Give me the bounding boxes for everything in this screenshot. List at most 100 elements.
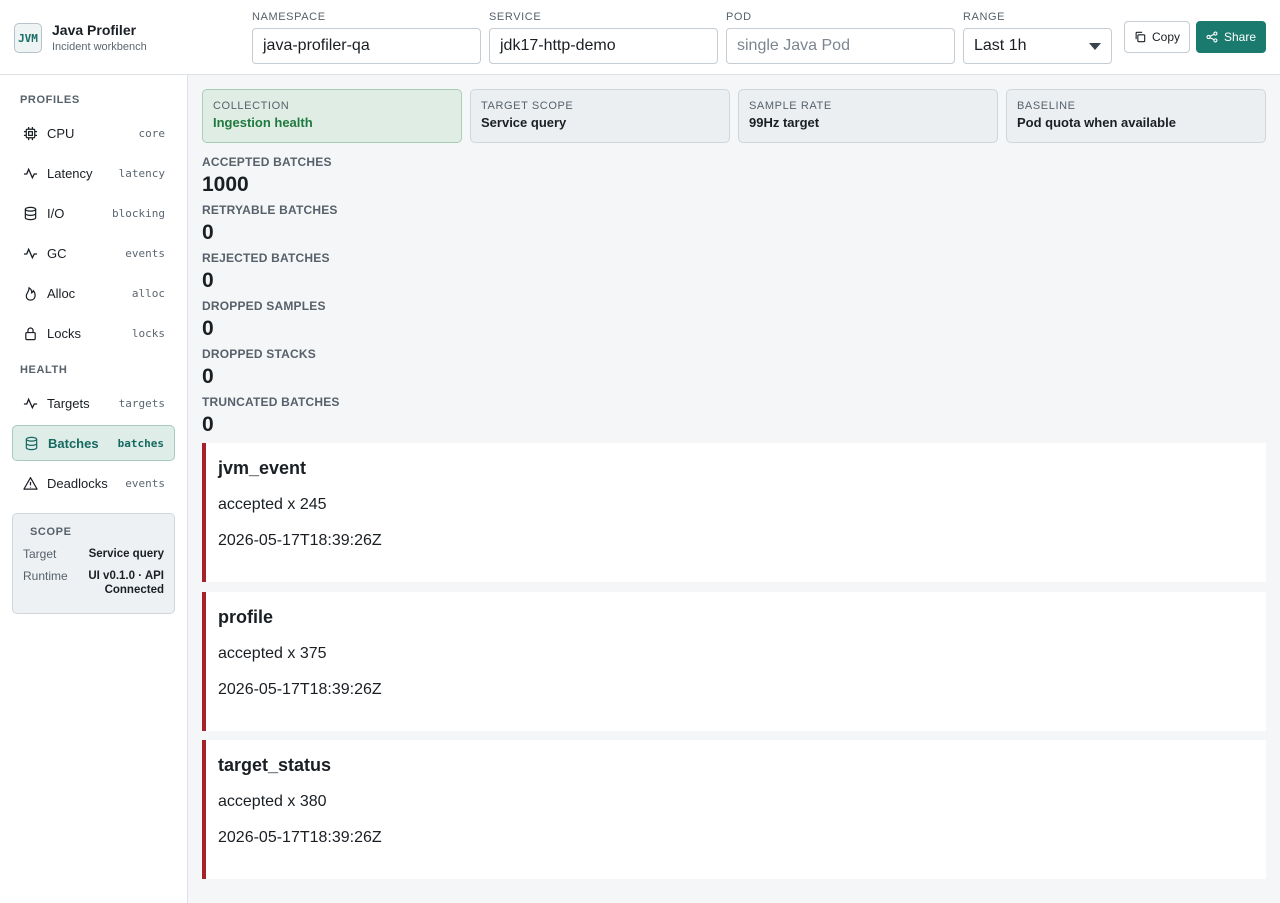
scope-target-key: Target bbox=[23, 547, 57, 561]
sidebar-item-io[interactable]: I/O blocking bbox=[12, 195, 175, 231]
sidebar: PROFILES CPU core Latency latency I/O bl… bbox=[0, 75, 188, 903]
sidebar-item-label: I/O bbox=[47, 205, 65, 221]
event-count: accepted x 375 bbox=[218, 645, 327, 662]
scope-runtime-status: Connected bbox=[104, 584, 164, 596]
service-input[interactable]: jdk17-http-demo bbox=[489, 28, 718, 64]
warning-icon bbox=[22, 475, 38, 491]
metric-value: 0 bbox=[202, 221, 214, 244]
card-value: Ingestion health bbox=[213, 115, 313, 130]
event-timestamp: 2026-05-17T18:39:26Z bbox=[218, 681, 382, 698]
pod-input[interactable]: single Java Pod bbox=[726, 28, 955, 64]
sidebar-item-tag: events bbox=[125, 246, 165, 260]
sidebar-item-alloc[interactable]: Alloc alloc bbox=[12, 275, 175, 311]
sidebar-item-tag: blocking bbox=[112, 206, 165, 220]
card-label: COLLECTION bbox=[213, 100, 290, 112]
metric-truncated-batches: TRUNCATED BATCHES 0 bbox=[202, 395, 340, 437]
event-count: accepted x 245 bbox=[218, 496, 327, 513]
brand: JVM Java Profiler Incident workbench bbox=[14, 22, 147, 54]
event-title: jvm_event bbox=[218, 458, 307, 478]
collection-card[interactable]: COLLECTION Ingestion health bbox=[202, 89, 462, 143]
scope-runtime-key: Runtime bbox=[23, 569, 68, 583]
database-icon bbox=[22, 205, 38, 221]
metric-label: DROPPED STACKS bbox=[202, 347, 316, 361]
metric-label: REJECTED BATCHES bbox=[202, 251, 330, 265]
card-value: Pod quota when available bbox=[1017, 115, 1176, 130]
top-bar: JVM Java Profiler Incident workbench NAM… bbox=[0, 0, 1280, 75]
app-subtitle: Incident workbench bbox=[52, 41, 147, 53]
sidebar-item-tag: alloc bbox=[131, 286, 165, 300]
sidebar-item-label: Locks bbox=[47, 325, 81, 341]
copy-button[interactable]: Copy bbox=[1124, 21, 1190, 53]
sidebar-item-tag: latency bbox=[118, 166, 165, 180]
card-label: BASELINE bbox=[1017, 100, 1076, 112]
pulse-icon bbox=[22, 245, 38, 261]
sidebar-item-gc[interactable]: GC events bbox=[12, 235, 175, 271]
scope-runtime-value: UI v0.1.0 · API bbox=[88, 570, 164, 582]
metric-label: DROPPED SAMPLES bbox=[202, 299, 326, 313]
sample-rate-card[interactable]: SAMPLE RATE 99Hz target bbox=[738, 89, 998, 143]
sidebar-item-label: Deadlocks bbox=[47, 475, 108, 491]
target-scope-card[interactable]: TARGET SCOPE Service query bbox=[470, 89, 730, 143]
service-label: SERVICE bbox=[489, 11, 542, 23]
sidebar-item-batches[interactable]: Batches batches bbox=[12, 425, 175, 461]
event-title: profile bbox=[218, 607, 274, 627]
pod-field: POD single Java Pod bbox=[726, 10, 955, 64]
sidebar-item-cpu[interactable]: CPU core bbox=[12, 115, 175, 151]
metric-label: TRUNCATED BATCHES bbox=[202, 395, 340, 409]
profiles-section-label: PROFILES bbox=[20, 94, 80, 106]
event-card[interactable]: jvm_event accepted x 245 2026-05-17T18:3… bbox=[202, 443, 1266, 582]
event-card[interactable]: profile accepted x 375 2026-05-17T18:39:… bbox=[202, 592, 1266, 731]
sidebar-item-tag: locks bbox=[131, 326, 165, 340]
range-select[interactable]: Last 1h bbox=[963, 28, 1112, 64]
sidebar-item-latency[interactable]: Latency latency bbox=[12, 155, 175, 191]
sidebar-item-targets[interactable]: Targets targets bbox=[12, 385, 175, 421]
scope-panel: SCOPE Target Service query Runtime UI v0… bbox=[12, 513, 175, 614]
scope-target-value: Service query bbox=[88, 548, 164, 560]
sidebar-item-label: Latency bbox=[47, 165, 93, 181]
sidebar-item-label: GC bbox=[47, 245, 67, 261]
pulse-icon bbox=[22, 165, 38, 181]
sidebar-item-locks[interactable]: Locks locks bbox=[12, 315, 175, 351]
share-button[interactable]: Share bbox=[1196, 21, 1266, 53]
metric-accepted-batches: ACCEPTED BATCHES 1000 bbox=[202, 155, 332, 197]
scope-title: SCOPE bbox=[30, 526, 72, 538]
card-label: TARGET SCOPE bbox=[481, 100, 574, 112]
sidebar-item-label: CPU bbox=[47, 125, 75, 141]
event-timestamp: 2026-05-17T18:39:26Z bbox=[218, 829, 382, 846]
copy-label: Copy bbox=[1151, 30, 1180, 44]
health-section-label: HEALTH bbox=[20, 364, 68, 376]
event-title: target_status bbox=[218, 755, 332, 775]
sidebar-item-tag: events bbox=[125, 476, 165, 490]
baseline-card[interactable]: BASELINE Pod quota when available bbox=[1006, 89, 1266, 143]
metric-value: 0 bbox=[202, 413, 214, 436]
chevron-down-icon bbox=[1089, 42, 1101, 50]
metric-rejected-batches: REJECTED BATCHES 0 bbox=[202, 251, 330, 293]
event-count: accepted x 380 bbox=[218, 793, 327, 810]
jvm-logo: JVM bbox=[14, 23, 42, 53]
range-value: Last 1h bbox=[974, 37, 1027, 54]
cpu-icon bbox=[22, 125, 38, 141]
sidebar-item-tag: core bbox=[138, 126, 166, 140]
sidebar-item-label: Batches bbox=[48, 435, 99, 451]
metric-value: 0 bbox=[202, 365, 214, 388]
range-field: RANGE Last 1h bbox=[963, 10, 1112, 64]
database-icon bbox=[23, 435, 39, 451]
lock-icon bbox=[22, 325, 38, 341]
namespace-field: NAMESPACE java-profiler-qa bbox=[252, 10, 481, 64]
metric-label: RETRYABLE BATCHES bbox=[202, 203, 338, 217]
sidebar-item-tag: batches bbox=[117, 436, 164, 450]
metric-retryable-batches: RETRYABLE BATCHES 0 bbox=[202, 203, 338, 245]
flame-icon bbox=[22, 285, 38, 301]
card-value: Service query bbox=[481, 115, 567, 130]
service-field: SERVICE jdk17-http-demo bbox=[489, 10, 718, 64]
sidebar-item-label: Alloc bbox=[47, 285, 76, 301]
copy-icon bbox=[1135, 31, 1146, 43]
event-card[interactable]: target_status accepted x 380 2026-05-17T… bbox=[202, 740, 1266, 879]
card-label: SAMPLE RATE bbox=[749, 100, 832, 112]
metric-value: 1000 bbox=[202, 173, 249, 196]
event-timestamp: 2026-05-17T18:39:26Z bbox=[218, 532, 382, 549]
sidebar-item-deadlocks[interactable]: Deadlocks events bbox=[12, 465, 175, 501]
namespace-input[interactable]: java-profiler-qa bbox=[252, 28, 481, 64]
share-icon bbox=[1206, 31, 1218, 43]
metric-label: ACCEPTED BATCHES bbox=[202, 155, 332, 169]
